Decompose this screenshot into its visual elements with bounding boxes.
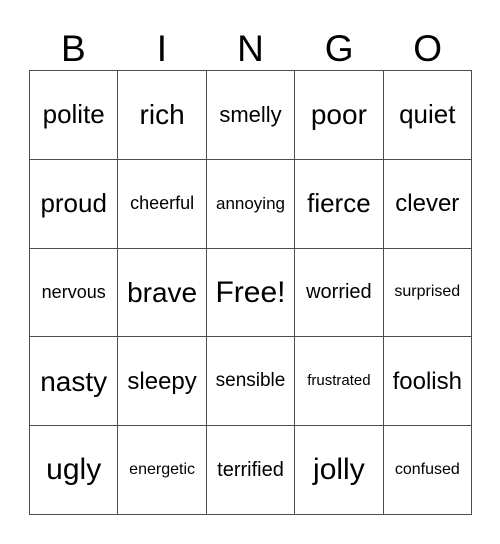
bingo-cell-r5c4[interactable]: jolly [295, 426, 384, 515]
bingo-cell-r4c4[interactable]: frustrated [295, 337, 384, 427]
bingo-grid: polite rich smelly poor quiet proud chee… [29, 70, 472, 515]
bingo-cell-free-space[interactable]: Free! [206, 248, 296, 338]
bingo-cell-r5c3[interactable]: terrified [206, 426, 296, 515]
bingo-cell-label: foolish [392, 367, 462, 395]
bingo-cell-r3c4[interactable]: worried [295, 248, 384, 338]
bingo-cell-r2c5[interactable]: clever [383, 159, 472, 249]
bingo-cell-r1c1[interactable]: polite [30, 71, 119, 160]
bingo-cell-r5c1[interactable]: ugly [30, 426, 119, 515]
bingo-cell-label: quiet [399, 99, 456, 130]
bingo-header: B I N G O [29, 22, 472, 69]
bingo-cell-label: polite [42, 99, 105, 130]
bingo-cell-label: worried [306, 280, 372, 303]
bingo-cell-label: annoying [215, 193, 285, 213]
bingo-cell-r3c5[interactable]: surprised [383, 248, 472, 338]
bingo-cell-r1c5[interactable]: quiet [383, 71, 472, 160]
bingo-header-letter-b: B [60, 28, 86, 69]
bingo-cell-label: cheerful [130, 193, 195, 214]
bingo-cell-label: sleepy [127, 367, 197, 395]
bingo-cell-label: terrified [217, 458, 284, 481]
bingo-cell-label: jolly [313, 453, 365, 487]
bingo-cell-r4c2[interactable]: sleepy [118, 337, 207, 427]
bingo-cell-r1c4[interactable]: poor [295, 71, 384, 160]
bingo-cell-label: proud [40, 188, 107, 219]
bingo-cell-label: frustrated [307, 372, 371, 390]
bingo-cell-r3c1[interactable]: nervous [30, 248, 119, 338]
bingo-cell-label: fierce [307, 188, 371, 219]
bingo-cell-label: nervous [41, 282, 106, 303]
bingo-cell-r2c2[interactable]: cheerful [118, 159, 207, 249]
bingo-cell-label: energetic [129, 460, 195, 478]
bingo-cell-label: poor [310, 99, 367, 131]
bingo-header-letter-n: N [237, 28, 264, 69]
bingo-header-letter-g: G [324, 28, 354, 69]
bingo-cell-label: ugly [46, 453, 102, 487]
bingo-card: B I N G O polite rich smelly poor quiet … [0, 0, 500, 544]
bingo-cell-r4c5[interactable]: foolish [383, 337, 472, 427]
bingo-cell-r2c4[interactable]: fierce [295, 159, 384, 249]
bingo-cell-r4c1[interactable]: nasty [30, 337, 119, 427]
bingo-cell-label: brave [127, 276, 198, 308]
bingo-cell-label: surprised [394, 283, 461, 301]
bingo-cell-r5c2[interactable]: energetic [118, 426, 207, 515]
bingo-cell-r2c3[interactable]: annoying [206, 159, 296, 249]
bingo-header-letter-o: O [413, 28, 443, 69]
bingo-cell-r2c1[interactable]: proud [30, 159, 119, 249]
bingo-cell-label: nasty [40, 365, 108, 397]
bingo-cell-r4c3[interactable]: sensible [206, 337, 296, 427]
bingo-cell-r1c3[interactable]: smelly [206, 71, 296, 160]
bingo-cell-label: smelly [219, 102, 282, 128]
bingo-free-space-label: Free! [215, 275, 286, 309]
bingo-cell-label: confused [394, 460, 460, 478]
bingo-cell-r3c2[interactable]: brave [118, 248, 207, 338]
bingo-cell-label: rich [139, 99, 185, 131]
bingo-cell-label: sensible [215, 370, 286, 392]
bingo-cell-label: clever [395, 190, 460, 218]
bingo-cell-r5c5[interactable]: confused [383, 426, 472, 515]
bingo-header-letter-i: I [156, 28, 168, 69]
bingo-cell-r1c2[interactable]: rich [118, 71, 207, 160]
